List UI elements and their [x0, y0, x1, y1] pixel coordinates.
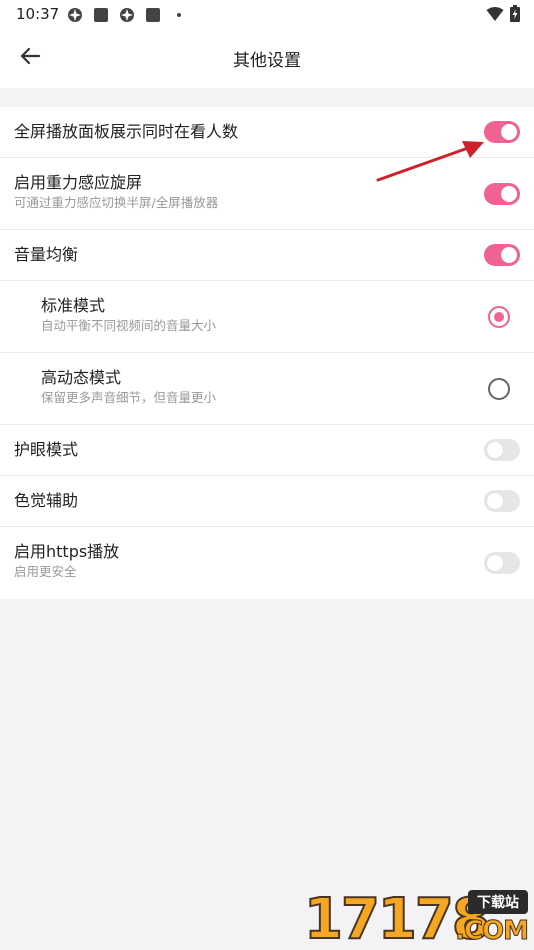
option-subtitle: 保留更多声音细节，但音量更小 [41, 390, 217, 405]
setting-subtitle: 可通过重力感应切换半屏/全屏播放器 [14, 195, 219, 210]
battery-charging-icon [510, 5, 520, 26]
setting-subtitle: 启用更安全 [14, 564, 77, 579]
status-bar: 10:37 [0, 0, 534, 28]
watermark-badge: 下载站 [468, 890, 528, 914]
switch-knob [487, 555, 503, 571]
square-notification-icon [92, 6, 110, 24]
option-title: 标准模式 [41, 296, 106, 315]
page-title: 其他设置 [233, 51, 301, 71]
top-area: 10:37 其他设置 [0, 0, 534, 88]
toggle-switch-color-assist[interactable] [484, 490, 520, 512]
app-bar: 其他设置 [0, 28, 534, 88]
radio-high-dynamic-mode[interactable] [488, 378, 510, 400]
site-watermark-logo: 17178 下载站 .COM [303, 890, 530, 950]
radio-standard-mode[interactable] [488, 306, 510, 328]
setting-title: 启用https播放 [14, 542, 120, 561]
switch-knob [487, 442, 503, 458]
setting-volume-balance: 音量均衡 [0, 230, 534, 281]
toggle-switch-show-viewers[interactable] [484, 121, 520, 143]
switch-knob [501, 124, 517, 140]
status-time: 10:37 [16, 5, 60, 23]
setting-https-playback: 启用https播放 启用更安全 [0, 527, 534, 599]
switch-knob [501, 186, 517, 202]
toggle-switch-https-playback[interactable] [484, 552, 520, 574]
option-title: 高动态模式 [41, 368, 122, 387]
status-notification-icons [66, 6, 188, 24]
status-system-icons [486, 5, 520, 26]
watermark-suffix: .COM [455, 916, 530, 947]
toggle-switch-eye-protection[interactable] [484, 439, 520, 461]
dot-icon [170, 6, 188, 24]
switch-knob [487, 493, 503, 509]
option-subtitle: 自动平衡不同视频间的音量大小 [41, 318, 217, 333]
option-high-dynamic-mode[interactable]: 高动态模式 保留更多声音细节，但音量更小 [0, 353, 534, 425]
app-notification-icon [66, 6, 84, 24]
setting-title: 音量均衡 [14, 245, 79, 264]
wifi-icon [486, 6, 504, 26]
setting-color-assist: 色觉辅助 [0, 476, 534, 527]
setting-title: 护眼模式 [14, 440, 79, 459]
toggle-switch-volume-balance[interactable] [484, 244, 520, 266]
setting-title: 色觉辅助 [14, 491, 79, 510]
radio-dot [494, 312, 504, 322]
square-notification-icon [144, 6, 162, 24]
toggle-switch-gravity-rotate[interactable] [484, 183, 520, 205]
annotation-arrow-icon [376, 141, 484, 182]
app-notification-icon [118, 6, 136, 24]
setting-eye-protection: 护眼模式 [0, 425, 534, 476]
switch-knob [501, 247, 517, 263]
option-standard-mode[interactable]: 标准模式 自动平衡不同视频间的音量大小 [0, 281, 534, 353]
